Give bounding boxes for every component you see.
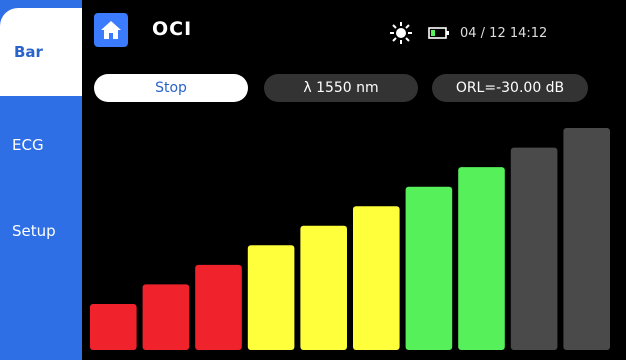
datetime-display: 04 / 12 14:12 [460, 26, 548, 41]
sidebar-item-setup[interactable]: Setup [0, 222, 82, 240]
sidebar-item-label: ECG [12, 136, 44, 154]
orl-readout: ORL=-30.00 dB [432, 74, 588, 102]
bar-6 [353, 206, 400, 350]
bar-chart [90, 120, 610, 352]
bar-8 [458, 167, 505, 350]
stop-button[interactable]: Stop [94, 74, 248, 102]
battery-icon [428, 27, 449, 39]
app-title: OCI [152, 18, 193, 40]
bar-1 [90, 304, 137, 350]
home-icon [101, 21, 121, 39]
home-button[interactable] [94, 13, 128, 47]
sidebar-item-label: Setup [12, 222, 56, 240]
wavelength-badge: λ 1550 nm [264, 74, 418, 102]
bar-7 [405, 186, 453, 350]
sidebar-item-ecg[interactable]: ECG [0, 136, 82, 154]
bar-4 [247, 245, 295, 350]
bar-2 [142, 284, 190, 350]
sidebar: Bar ECG Setup [0, 0, 82, 360]
sidebar-item-bar[interactable]: Bar [0, 8, 82, 96]
sidebar-item-label: Bar [14, 43, 43, 61]
bar-10 [563, 128, 610, 350]
device-screen: Bar ECG Setup OCI 04 / 12 14:12 Stop λ 1… [0, 0, 626, 360]
bar-5 [300, 225, 347, 350]
bar-9 [510, 147, 558, 350]
bar-chart-svg [90, 128, 610, 350]
bar-3 [195, 264, 242, 350]
light-source-icon [390, 22, 412, 44]
